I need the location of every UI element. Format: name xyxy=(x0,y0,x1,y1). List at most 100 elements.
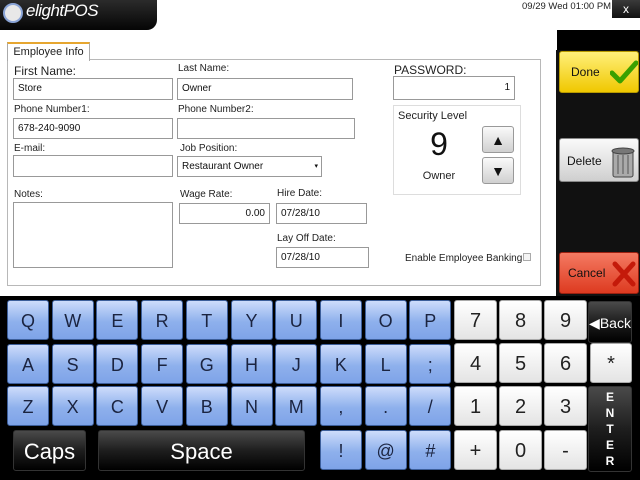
last-name-label: Last Name: xyxy=(178,63,230,74)
security-up-button[interactable]: ▲ xyxy=(482,126,514,153)
phone1-field[interactable]: 678-240-9090 xyxy=(13,118,173,139)
key-row1-4[interactable]: T xyxy=(185,300,228,340)
cancel-label: Cancel xyxy=(568,266,606,280)
key-row3-6[interactable]: M xyxy=(275,386,318,426)
up-arrow-icon: ▲ xyxy=(491,132,505,148)
enable-banking-checkbox[interactable] xyxy=(523,253,531,261)
logo-d-mark-icon xyxy=(3,3,23,23)
down-arrow-icon: ▼ xyxy=(491,163,505,179)
security-down-button[interactable]: ▼ xyxy=(482,157,514,184)
trash-can-icon xyxy=(611,147,635,178)
password-field[interactable]: 1 xyxy=(393,76,515,100)
layoff-date-field[interactable]: 07/28/10 xyxy=(276,247,369,268)
on-screen-keyboard: QWERTYUIOP A S D F G H J K L; Z X C V B N M,. / ! @ # 789… xyxy=(0,296,640,480)
key-row1-2[interactable]: E xyxy=(96,300,139,340)
key-row2-4[interactable]: G xyxy=(185,344,228,384)
key-row1-7[interactable]: I xyxy=(319,300,362,340)
key-row3-7[interactable]: , xyxy=(319,386,362,426)
key-row2-5[interactable]: H xyxy=(230,344,273,384)
backspace-button[interactable]: ◀Back xyxy=(588,301,632,343)
email-field[interactable] xyxy=(13,155,173,177)
delete-label: Delete xyxy=(567,154,602,168)
tab-employee-info[interactable]: Employee Info xyxy=(7,42,90,61)
key-num_row1-2[interactable]: 9 xyxy=(544,300,587,340)
cancel-button[interactable]: Cancel xyxy=(559,252,639,294)
done-label: Done xyxy=(571,65,600,79)
key-row1-8[interactable]: O xyxy=(364,300,407,340)
key-num_row2-2[interactable]: 6 xyxy=(544,343,587,383)
logo-text: elightPOS xyxy=(26,1,99,20)
key-row1-0[interactable]: Q xyxy=(7,300,49,340)
close-button[interactable]: x xyxy=(612,0,640,18)
key-row2-2[interactable]: D xyxy=(96,344,139,384)
key-num_row3-2[interactable]: 3 xyxy=(544,386,587,426)
key-row2-7[interactable]: K xyxy=(319,344,362,384)
phone2-field[interactable] xyxy=(177,118,355,139)
key-row3-5[interactable]: N xyxy=(230,386,273,426)
phone1-label: Phone Number1: xyxy=(14,104,90,115)
key-num_row3-0[interactable]: 1 xyxy=(454,386,497,426)
enter-letter: E xyxy=(605,390,614,404)
email-label: E-mail: xyxy=(14,143,46,154)
enter-letter: R xyxy=(605,454,615,468)
key-num_row4-0[interactable]: + xyxy=(454,430,497,470)
notes-field[interactable] xyxy=(13,202,173,268)
key-num_row2-0[interactable]: 4 xyxy=(454,343,497,383)
key-num_row1-0[interactable]: 7 xyxy=(454,300,497,340)
key-row3-1[interactable]: X xyxy=(51,386,94,426)
first-name-label: First Name: xyxy=(14,64,77,78)
enter-button[interactable]: ENTER xyxy=(588,386,632,472)
key-row2-1[interactable]: S xyxy=(51,344,94,384)
backspace-label: Back xyxy=(599,315,631,331)
last-name-field[interactable]: Owner xyxy=(177,78,353,100)
key-row3-4[interactable]: B xyxy=(185,386,228,426)
key-row3-9[interactable]: / xyxy=(409,386,452,426)
key-row4-0[interactable]: ! xyxy=(320,430,362,470)
caps-button[interactable]: Caps xyxy=(13,430,86,471)
key-row4-1[interactable]: @ xyxy=(364,430,407,470)
key-row2-3[interactable]: F xyxy=(141,344,184,384)
enable-banking-label: Enable Employee Banking xyxy=(405,253,523,264)
back-arrow-icon: ◀ xyxy=(589,315,600,331)
key-num_row4-2[interactable]: - xyxy=(544,430,587,470)
hire-date-label: Hire Date: xyxy=(277,188,323,199)
key-row1-5[interactable]: Y xyxy=(230,300,273,340)
delete-button[interactable]: Delete xyxy=(559,138,639,182)
key-num_row2-1[interactable]: 5 xyxy=(499,343,542,383)
job-position-select[interactable]: Restaurant Owner ▾ xyxy=(177,156,322,177)
key-row1-3[interactable]: R xyxy=(141,300,184,340)
key-row1-1[interactable]: W xyxy=(51,300,94,340)
layoff-date-label: Lay Off Date: xyxy=(277,233,336,244)
key-row1-9[interactable]: P xyxy=(409,300,452,340)
red-x-icon xyxy=(612,261,636,287)
key-row2-6[interactable]: J xyxy=(275,344,318,384)
key-row2-0[interactable]: A xyxy=(7,344,49,384)
security-level-value: 9 xyxy=(430,126,448,162)
key-row2-9[interactable]: ; xyxy=(409,344,452,384)
key-row3-8[interactable]: . xyxy=(364,386,407,426)
key-row3-3[interactable]: V xyxy=(141,386,184,426)
wage-rate-label: Wage Rate: xyxy=(180,189,233,200)
phone2-label: Phone Number2: xyxy=(178,104,254,115)
key-num_row3-1[interactable]: 2 xyxy=(499,386,542,426)
space-button[interactable]: Space xyxy=(98,430,305,471)
app-logo: elightPOS xyxy=(0,0,157,30)
key-asterisk[interactable]: * xyxy=(590,343,632,383)
enter-letter: T xyxy=(606,422,614,436)
checkmark-icon xyxy=(610,60,638,84)
chevron-down-icon: ▾ xyxy=(314,163,318,170)
key-num_row4-1[interactable]: 0 xyxy=(499,430,542,470)
key-row3-2[interactable]: C xyxy=(96,386,139,426)
job-position-value: Restaurant Owner xyxy=(182,161,264,172)
key-row3-0[interactable]: Z xyxy=(7,386,49,426)
wage-rate-field[interactable]: 0.00 xyxy=(179,203,270,224)
job-position-label: Job Position: xyxy=(180,143,238,154)
enter-letter: N xyxy=(605,406,615,420)
key-row2-8[interactable]: L xyxy=(364,344,407,384)
done-button[interactable]: Done xyxy=(559,51,639,93)
hire-date-field[interactable]: 07/28/10 xyxy=(276,203,367,224)
key-num_row1-1[interactable]: 8 xyxy=(499,300,542,340)
key-row4-2[interactable]: # xyxy=(409,430,452,470)
first-name-field[interactable]: Store xyxy=(13,78,173,100)
key-row1-6[interactable]: U xyxy=(275,300,318,340)
